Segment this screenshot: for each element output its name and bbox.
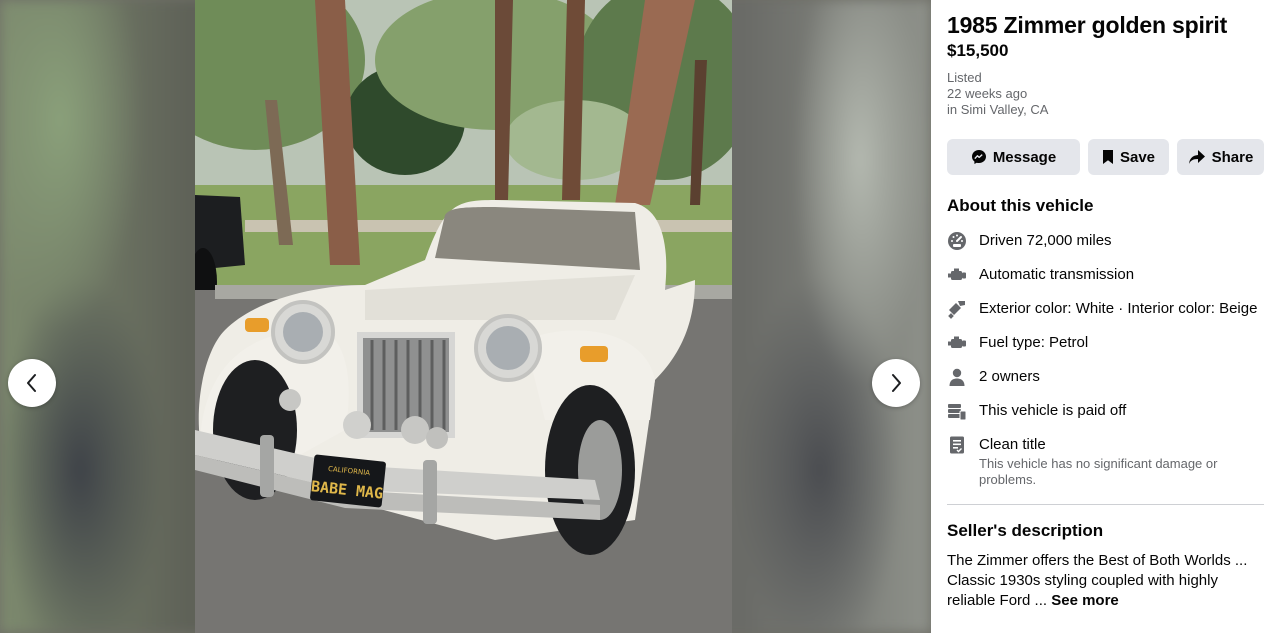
attribute-owners: 2 owners	[947, 367, 1264, 387]
action-bar: Message Save Share	[947, 139, 1264, 175]
chevron-left-icon	[27, 374, 36, 392]
attribute-transmission: Automatic transmission	[947, 265, 1264, 285]
listing-price: $15,500	[947, 41, 1009, 60]
listed-label: Listed	[947, 70, 982, 85]
attribute-mileage: Driven 72,000 miles	[947, 231, 1264, 251]
title-document-icon	[947, 435, 967, 455]
media-viewer: CALIFORNIA BABE MAG	[0, 0, 931, 633]
message-button[interactable]: Message	[947, 139, 1080, 175]
see-more-link[interactable]: See more	[1051, 592, 1119, 609]
share-arrow-icon	[1188, 150, 1205, 164]
paint-brush-icon	[947, 299, 967, 319]
attribute-content: Clean title This vehicle has no signific…	[979, 435, 1264, 488]
engine-icon	[947, 265, 967, 285]
attribute-text: Fuel type: Petrol	[979, 334, 1089, 351]
listing-meta: Listed 22 weeks ago in Simi Valley, CA	[947, 70, 1264, 118]
previous-photo-button[interactable]	[8, 359, 56, 407]
attribute-text: Clean title	[979, 436, 1046, 453]
engine-icon	[947, 333, 967, 353]
bookmark-icon	[1102, 150, 1113, 164]
messenger-icon	[971, 150, 986, 164]
listing-location[interactable]: in Simi Valley, CA	[947, 102, 1264, 118]
section-divider	[947, 504, 1264, 505]
attribute-text: Automatic transmission	[979, 266, 1135, 283]
next-photo-button[interactable]	[872, 359, 920, 407]
attribute-subtext: This vehicle has no significant damage o…	[979, 456, 1218, 487]
attribute-text: Exterior color: White · Interior color: …	[979, 300, 1258, 317]
money-stack-icon	[947, 401, 967, 421]
attribute-fuel: Fuel type: Petrol	[947, 333, 1264, 353]
chevron-right-icon	[892, 374, 901, 392]
message-label: Message	[992, 148, 1057, 166]
seller-description: The Zimmer offers the Best of Both World…	[947, 551, 1264, 611]
listing-photo: CALIFORNIA BABE MAG	[195, 0, 732, 633]
listing-title: 1985 Zimmer golden spirit	[947, 12, 1228, 38]
attribute-paid-off: This vehicle is paid off	[947, 401, 1264, 421]
save-label: Save	[1119, 148, 1156, 166]
attribute-colors: Exterior color: White · Interior color: …	[947, 299, 1264, 319]
share-button[interactable]: Share	[1177, 139, 1264, 175]
speedometer-icon	[947, 231, 967, 251]
listing-details: 1985 Zimmer golden spirit $15,500 Listed…	[931, 0, 1278, 633]
listed-time: 22 weeks ago	[947, 86, 1028, 101]
share-label: Share	[1211, 148, 1254, 166]
attribute-text: Driven 72,000 miles	[979, 232, 1112, 249]
seller-description-heading: Seller's description	[947, 521, 1104, 540]
person-icon	[947, 367, 967, 387]
about-vehicle-heading: About this vehicle	[947, 196, 1094, 215]
attribute-text: This vehicle is paid off	[979, 402, 1127, 419]
attribute-title: Clean title This vehicle has no signific…	[947, 435, 1264, 488]
save-button[interactable]: Save	[1088, 139, 1169, 175]
attribute-text: 2 owners	[979, 368, 1040, 385]
